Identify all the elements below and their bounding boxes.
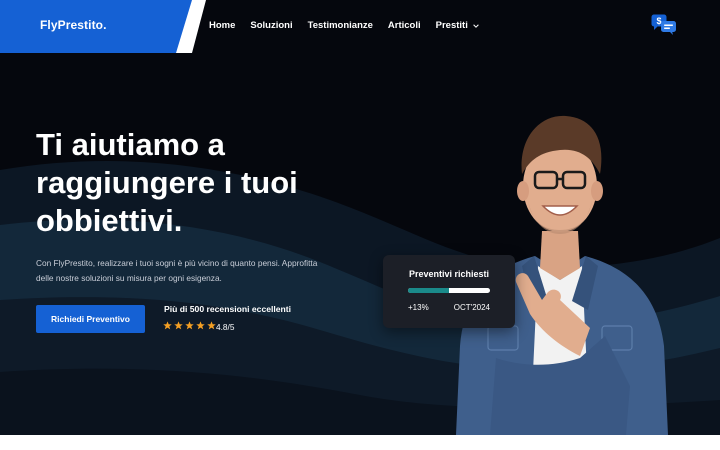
star-icon [163,321,172,330]
quotes-progress-bar [408,288,490,293]
star-icon [174,321,183,330]
nav-home[interactable]: Home [209,20,235,31]
rating-value: 4.8/5 [216,322,235,332]
hero-headline: Ti aiutiamo a raggiungere i tuoi obbiett… [36,127,298,238]
progress-fill [408,288,449,293]
nav-prestiti-dropdown[interactable]: Prestiti [436,20,480,31]
nav-articoli-label: Articoli [387,20,421,31]
card-title: Preventivi richiesti [408,269,490,279]
nav-soluzioni[interactable]: Soluzioni [250,20,292,31]
card-date: OCT'2024 [453,303,490,312]
star-icon [185,321,194,330]
nav-soluzioni-label: Soluzioni [250,20,293,31]
card-growth-value: +13% [408,303,429,312]
nav-articoli[interactable]: Articoli [388,20,421,31]
hero-section: FlyPrestito. Home Soluzioni Testimonianz… [0,0,720,435]
brand-name: FlyPrestito. [40,18,107,32]
nav-prestiti-label: Prestiti [435,20,468,31]
request-quote-button[interactable]: Richiedi Preventivo [36,305,145,333]
main-nav: Home Soluzioni Testimonianze Articoli Pr… [209,20,480,31]
nav-home-label: Home [209,20,236,31]
chat-bubbles-icon[interactable]: $ [651,14,677,36]
svg-text:$: $ [656,16,661,26]
nav-testimonianze[interactable]: Testimonianze [308,20,373,31]
chevron-down-icon [473,23,479,28]
hero-subtext: Con FlyPrestito, realizzare i tuoi sogni… [36,258,318,283]
star-icon [196,321,205,330]
rating-stars [163,321,216,330]
nav-testimonianze-label: Testimonianze [307,20,373,31]
star-icon [207,321,216,330]
brand-logo[interactable]: FlyPrestito. [0,0,206,53]
reviews-title: Più di 500 recensioni eccellenti [164,304,292,314]
quotes-card: Preventivi richiesti +13% OCT'2024 [383,255,515,328]
